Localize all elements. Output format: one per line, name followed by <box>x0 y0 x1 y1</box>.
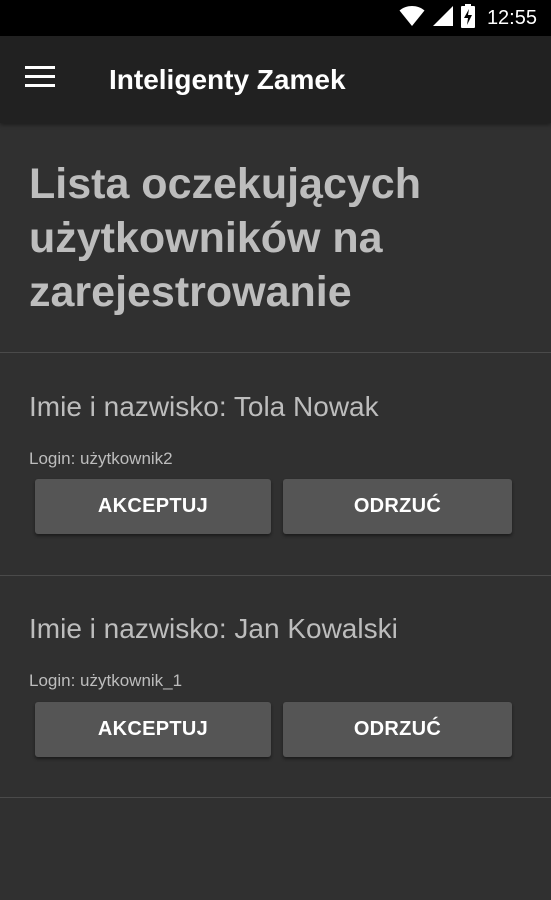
user-login: Login: użytkownik2 <box>29 449 173 468</box>
status-time: 12:55 <box>486 6 537 29</box>
hamburger-menu-icon <box>25 65 55 93</box>
battery-charging-icon <box>460 3 475 33</box>
accept-button[interactable]: AKCEPTUJ <box>35 479 271 534</box>
app-bar: Inteligenty Zamek <box>0 36 551 123</box>
app-title: Inteligenty Zamek <box>109 64 346 95</box>
user-name: Imie i nazwisko: Tola Nowak <box>29 391 379 422</box>
menu-button[interactable] <box>14 56 66 102</box>
wifi-icon <box>399 5 425 32</box>
divider <box>0 575 551 576</box>
page-title: Lista oczekujących użytkowników na zarej… <box>29 160 421 316</box>
reject-button[interactable]: ODRZUĆ <box>283 479 512 534</box>
user-login: Login: użytkownik_1 <box>29 671 183 690</box>
status-icons: 12:55 <box>399 0 537 36</box>
status-bar: 12:55 <box>0 0 551 36</box>
divider <box>0 797 551 798</box>
cell-signal-icon <box>432 5 453 31</box>
user-name: Imie i nazwisko: Jan Kowalski <box>29 613 398 644</box>
divider <box>0 352 551 353</box>
accept-button[interactable]: AKCEPTUJ <box>35 702 271 757</box>
reject-button[interactable]: ODRZUĆ <box>283 702 512 757</box>
